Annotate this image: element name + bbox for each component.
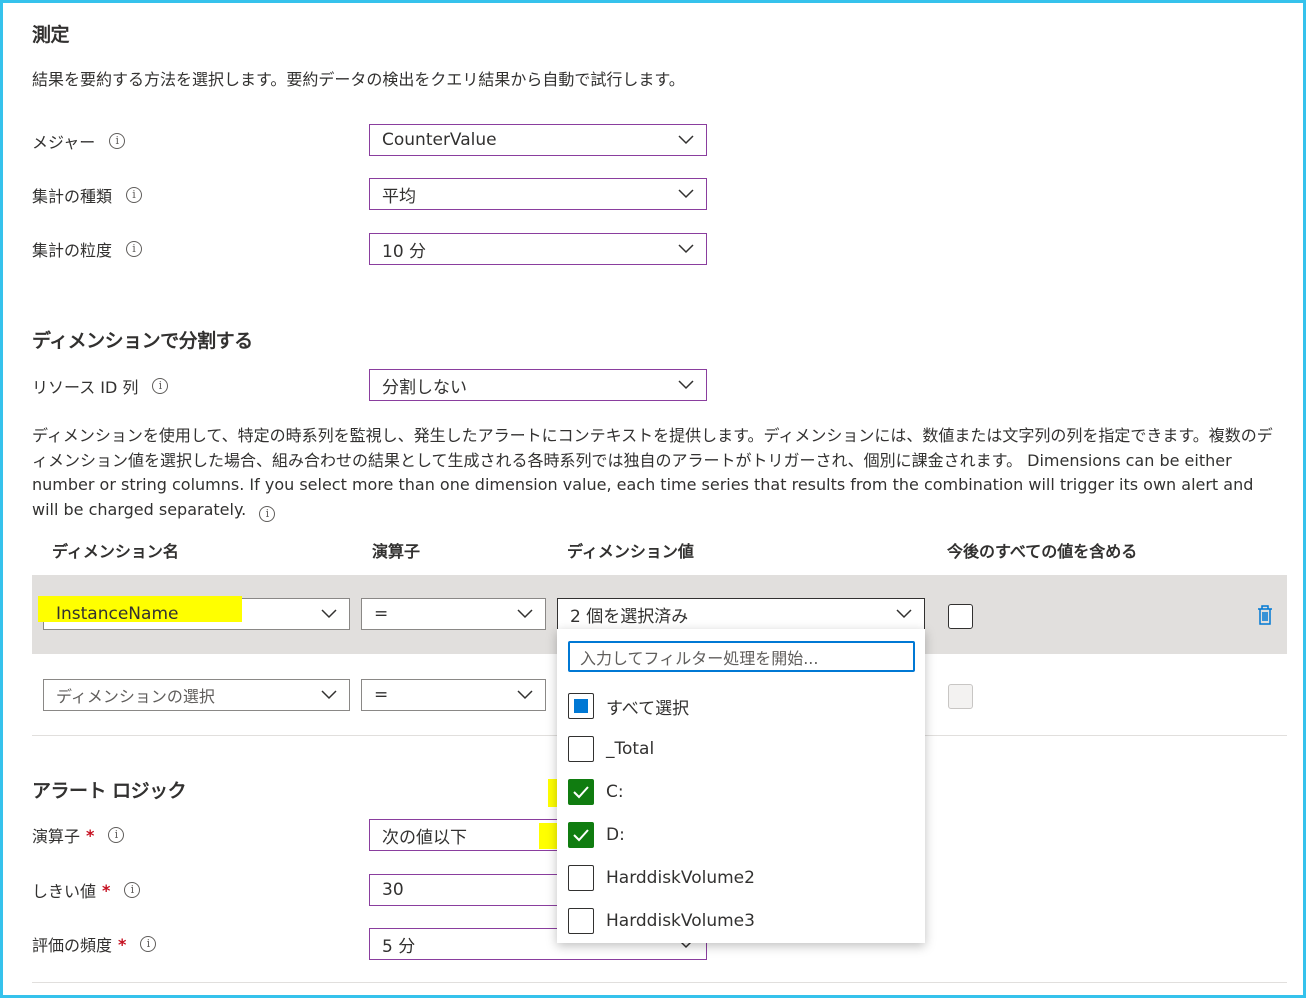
menu-option-checkbox[interactable] [568,736,594,762]
menu-option-checkbox[interactable] [568,865,594,891]
required-mark: * [118,934,127,954]
resource-id-label-row: リソース ID 列 i [32,375,169,397]
column-header-dimension-name: ディメンション名 [52,542,179,561]
required-mark: * [86,825,95,845]
alert-logic-title: アラート ロジック [32,780,187,802]
filter-input[interactable]: 入力してフィルター処理を開始... [568,641,915,672]
info-icon[interactable]: i [259,505,276,522]
menu-option-checkbox[interactable] [568,693,594,719]
info-icon[interactable]: i [124,882,141,898]
measurement-title: 測定 [32,24,70,46]
aggregation-type-dropdown[interactable]: 平均 [369,178,707,210]
aggregation-granularity-value: 10 分 [382,241,427,262]
chevron-down-icon [678,244,694,254]
menu-option-label: HarddiskVolume2 [606,868,755,888]
operator-dropdown-2[interactable]: = [361,679,546,711]
info-icon[interactable]: i [152,378,169,394]
info-icon[interactable]: i [108,827,125,843]
alert-operator-label: 演算子 [32,827,81,846]
aggregation-granularity-label-row: 集計の粒度 i [32,238,143,260]
info-icon[interactable]: i [126,187,143,203]
column-header-operator: 演算子 [372,542,421,561]
menu-option-checkbox[interactable] [568,779,594,805]
menu-option-label: _Total [606,739,655,759]
menu-option-label: すべて選択 [606,698,690,719]
threshold-label-row: しきい値 * i [32,879,141,901]
dimension-name-dropdown[interactable]: InstanceName [38,596,350,630]
frequency-label-row: 評価の頻度 * i [32,933,157,955]
resource-id-dropdown[interactable]: 分割しない [369,369,707,401]
dimension-values-dropdown[interactable]: 2 個を選択済み [557,598,925,630]
required-mark: * [102,880,111,900]
dimension-values-value: 2 個を選択済み [570,606,689,627]
info-icon[interactable]: i [140,936,157,952]
info-icon[interactable]: i [126,241,143,257]
info-icon[interactable]: i [109,133,126,149]
menu-option[interactable]: _Total [568,735,654,763]
dimension-name-value: InstanceName [56,604,179,624]
trash-icon[interactable] [1256,604,1274,626]
include-future-checkbox[interactable] [948,604,973,629]
chevron-down-icon [896,609,912,619]
menu-option-label: C: [606,782,624,802]
frequency-label: 評価の頻度 [32,936,113,955]
aggregation-granularity-label: 集計の粒度 [32,241,113,260]
checkmark-icon [573,786,589,799]
measure-label: メジャー [32,133,96,152]
menu-option-label: D: [606,825,625,845]
dimension-values-menu: 入力してフィルター処理を開始... すべて選択 _Total C: D: Harddis… [557,629,925,943]
divider [32,982,1287,983]
measure-dropdown[interactable]: CounterValue [369,124,707,156]
filter-placeholder: 入力してフィルター処理を開始... [580,648,819,668]
chevron-down-icon [678,135,694,145]
checkmark-icon [573,829,589,842]
chevron-down-icon [321,690,337,700]
aggregation-type-label-row: 集計の種類 i [32,184,143,206]
column-header-dimension-values: ディメンション値 [567,542,694,561]
chevron-down-icon [517,690,533,700]
menu-option-checkbox[interactable] [568,822,594,848]
split-description: ディメンションを使用して、特定の時系列を監視し、発生したアラートにコンテキストを… [32,426,1273,519]
operator-value: = [374,604,389,624]
menu-option[interactable]: すべて選択 [568,692,689,720]
split-description-block: ディメンションを使用して、特定の時系列を監視し、発生したアラートにコンテキストを… [32,424,1282,522]
menu-option-checkbox[interactable] [568,908,594,934]
threshold-label: しきい値 [32,882,97,901]
chevron-down-icon [517,609,533,619]
menu-option[interactable]: D: [568,821,625,849]
include-future-checkbox-2 [948,684,973,709]
menu-option-label: HarddiskVolume3 [606,911,755,931]
dimension-select-dropdown[interactable]: ディメンションの選択 [43,679,350,711]
dimension-select-placeholder: ディメンションの選択 [56,687,215,706]
measurement-description: 結果を要約する方法を選択します。要約データの検出をクエリ結果から自動で試行します… [32,70,685,89]
chevron-down-icon [678,189,694,199]
aggregation-type-value: 平均 [382,186,416,207]
measure-label-row: メジャー i [32,130,126,152]
aggregation-type-label: 集計の種類 [32,187,113,206]
menu-option[interactable]: HarddiskVolume3 [568,907,755,935]
column-header-include-future: 今後のすべての値を含める [947,542,1138,561]
alert-operator-label-row: 演算子 * i [32,824,125,846]
operator-value-2: = [374,685,389,705]
resource-id-value: 分割しない [382,377,467,398]
menu-option[interactable]: HarddiskVolume2 [568,864,755,892]
operator-dropdown[interactable]: = [361,598,546,630]
menu-option[interactable]: C: [568,778,624,806]
split-title: ディメンションで分割する [32,330,253,352]
resource-id-label: リソース ID 列 [32,378,139,397]
chevron-down-icon [321,609,337,619]
measure-value: CounterValue [382,130,497,150]
aggregation-granularity-dropdown[interactable]: 10 分 [369,233,707,265]
chevron-down-icon [678,380,694,390]
